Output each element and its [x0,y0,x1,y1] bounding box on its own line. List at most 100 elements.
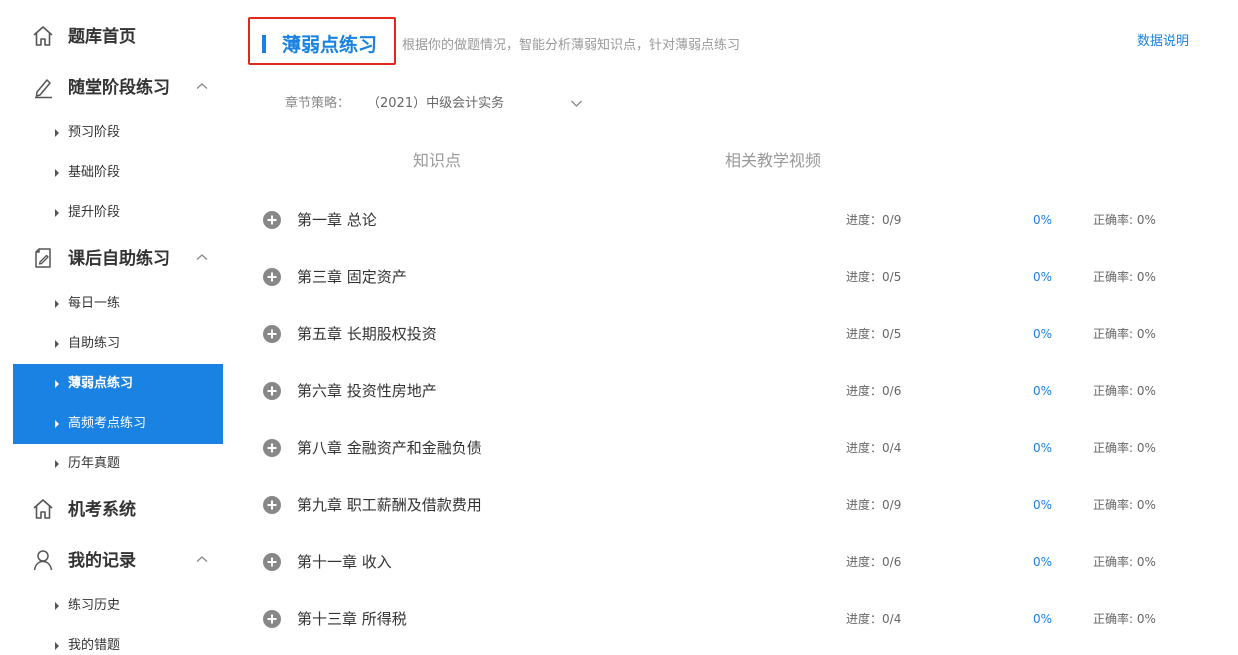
chapter-progress: 进度：0/4 [846,612,902,626]
chapter-accuracy: 正确率: 0% [1093,612,1156,626]
chapter-accuracy: 正确率: 0% [1093,555,1156,569]
chapter-row: 第八章 金融资产和金融负债 进度：0/4 0% 正确率: 0% [255,428,1195,468]
chevron-down-icon [571,100,582,107]
chapter-percent: 0% [1033,441,1053,455]
plus-circle-icon[interactable] [263,496,281,514]
triangle-right-icon [55,129,59,137]
plus-circle-icon[interactable] [263,268,281,286]
nav-item-label: 我的错题 [68,638,121,653]
chapter-name[interactable]: 第八章 金融资产和金融负债 [297,438,482,458]
chevron-up-icon[interactable] [195,81,209,91]
nav-item-label: 基础阶段 [68,165,121,180]
triangle-right-icon [55,300,59,308]
chapter-accuracy: 正确率: 0% [1093,213,1156,227]
page-title: 薄弱点练习 [282,34,378,56]
triangle-right-icon [55,602,59,610]
chapter-strategy-select[interactable]: （2021）中级会计实务 [360,92,592,116]
nav-group-label: 随堂阶段练习 [68,78,170,98]
nav-item-practice-history[interactable]: 练习历史 [13,586,223,626]
nav-item-weak-point-practice[interactable]: 薄弱点练习 [13,364,223,404]
chapter-row: 第六章 投资性房地产 进度：0/6 0% 正确率: 0% [255,371,1195,411]
sidebar: 题库首页 随堂阶段练习 预习阶段 基础阶段 提升阶段 课后自助练习 每日一练 自… [13,0,223,655]
nav-item-label: 提升阶段 [68,205,121,220]
triangle-right-icon [55,460,59,468]
nav-group-label: 课后自助练习 [68,249,170,269]
chapter-accuracy: 正确率: 0% [1093,384,1156,398]
chapter-progress: 进度：0/9 [846,213,902,227]
chapter-percent: 0% [1033,555,1053,569]
plus-circle-icon[interactable] [263,439,281,457]
chapter-name[interactable]: 第十一章 收入 [297,552,392,572]
chapter-progress: 进度：0/4 [846,441,902,455]
nav-computer-exam-system[interactable]: 机考系统 [13,485,223,536]
nav-my-records[interactable]: 我的记录 [13,536,223,587]
chapter-accuracy: 正确率: 0% [1093,441,1156,455]
chapter-accuracy: 正确率: 0% [1093,327,1156,341]
nav-item-self-practice[interactable]: 自助练习 [13,324,223,364]
nav-item-preview-stage[interactable]: 预习阶段 [13,113,223,153]
nav-item-label: 预习阶段 [68,125,121,140]
chapter-name[interactable]: 第六章 投资性房地产 [297,381,437,401]
chapter-percent: 0% [1033,612,1053,626]
data-explanation-link[interactable]: 数据说明 [1137,34,1189,50]
plus-circle-icon[interactable] [263,325,281,343]
nav-item-label: 练习历史 [68,598,121,613]
triangle-right-icon [55,340,59,348]
chapter-row: 第五章 长期股权投资 进度：0/5 0% 正确率: 0% [255,314,1195,354]
chapter-strategy-label: 章节策略： [285,96,351,111]
chapter-name[interactable]: 第五章 长期股权投资 [297,324,437,344]
plus-circle-icon[interactable] [263,553,281,571]
chapter-name[interactable]: 第一章 总论 [297,210,377,230]
chapter-percent: 0% [1033,498,1053,512]
note-edit-icon [35,248,51,268]
nav-item-my-wrong-questions[interactable]: 我的错题 [13,626,223,655]
nav-item-label: 自助练习 [68,336,121,351]
chapter-name[interactable]: 第十三章 所得税 [297,609,407,629]
chapter-name[interactable]: 第九章 职工薪酬及借款费用 [297,495,482,515]
chapter-progress: 进度：0/6 [846,384,902,398]
nav-group-label: 我的记录 [68,551,136,571]
nav-item-label: 历年真题 [68,456,121,471]
plus-circle-icon[interactable] [263,382,281,400]
triangle-right-icon [55,209,59,217]
pen-icon [35,79,52,99]
chapter-percent: 0% [1033,384,1053,398]
title-accent-bar [262,35,266,53]
plus-circle-icon[interactable] [263,211,281,229]
tab-related-videos[interactable]: 相关教学视频 [725,151,821,171]
app-root: 题库首页 随堂阶段练习 预习阶段 基础阶段 提升阶段 课后自助练习 每日一练 自… [0,0,1238,655]
chapter-row: 第九章 职工薪酬及借款费用 进度：0/9 0% 正确率: 0% [255,485,1195,525]
triangle-right-icon [55,380,59,388]
chapter-name[interactable]: 第三章 固定资产 [297,267,407,287]
chapter-percent: 0% [1033,213,1053,227]
nav-item-past-exams[interactable]: 历年真题 [13,444,223,484]
chapter-row: 第十三章 所得税 进度：0/4 0% 正确率: 0% [255,599,1195,639]
chevron-up-icon[interactable] [195,554,209,564]
nav-item-daily-practice[interactable]: 每日一练 [13,284,223,324]
nav-classroom-stage-practice[interactable]: 随堂阶段练习 [13,63,223,114]
nav-question-bank-home[interactable]: 题库首页 [13,12,223,63]
home-icon [33,499,53,519]
plus-circle-icon[interactable] [263,610,281,628]
chevron-up-icon[interactable] [195,252,209,262]
chapter-accuracy: 正确率: 0% [1093,498,1156,512]
triangle-right-icon [55,169,59,177]
tab-knowledge-points[interactable]: 知识点 [413,151,461,171]
chapter-progress: 进度：0/5 [846,327,902,341]
nav-group-label: 题库首页 [68,27,136,47]
nav-item-basic-stage[interactable]: 基础阶段 [13,153,223,193]
chapter-progress: 进度：0/6 [846,555,902,569]
chapter-progress: 进度：0/5 [846,270,902,284]
user-icon [33,550,53,571]
select-value: （2021）中级会计实务 [367,96,505,111]
chapter-accuracy: 正确率: 0% [1093,270,1156,284]
nav-after-class-self-practice[interactable]: 课后自助练习 [13,234,223,285]
page-description: 根据你的做题情况，智能分析薄弱知识点，针对薄弱点练习 [402,38,741,53]
nav-item-high-frequency-practice[interactable]: 高频考点练习 [13,404,223,444]
chapter-percent: 0% [1033,270,1053,284]
nav-group-label: 机考系统 [68,500,136,520]
chapter-row: 第十一章 收入 进度：0/6 0% 正确率: 0% [255,542,1195,582]
nav-item-label: 薄弱点练习 [68,376,134,391]
triangle-right-icon [55,642,59,650]
nav-item-advanced-stage[interactable]: 提升阶段 [13,193,223,233]
